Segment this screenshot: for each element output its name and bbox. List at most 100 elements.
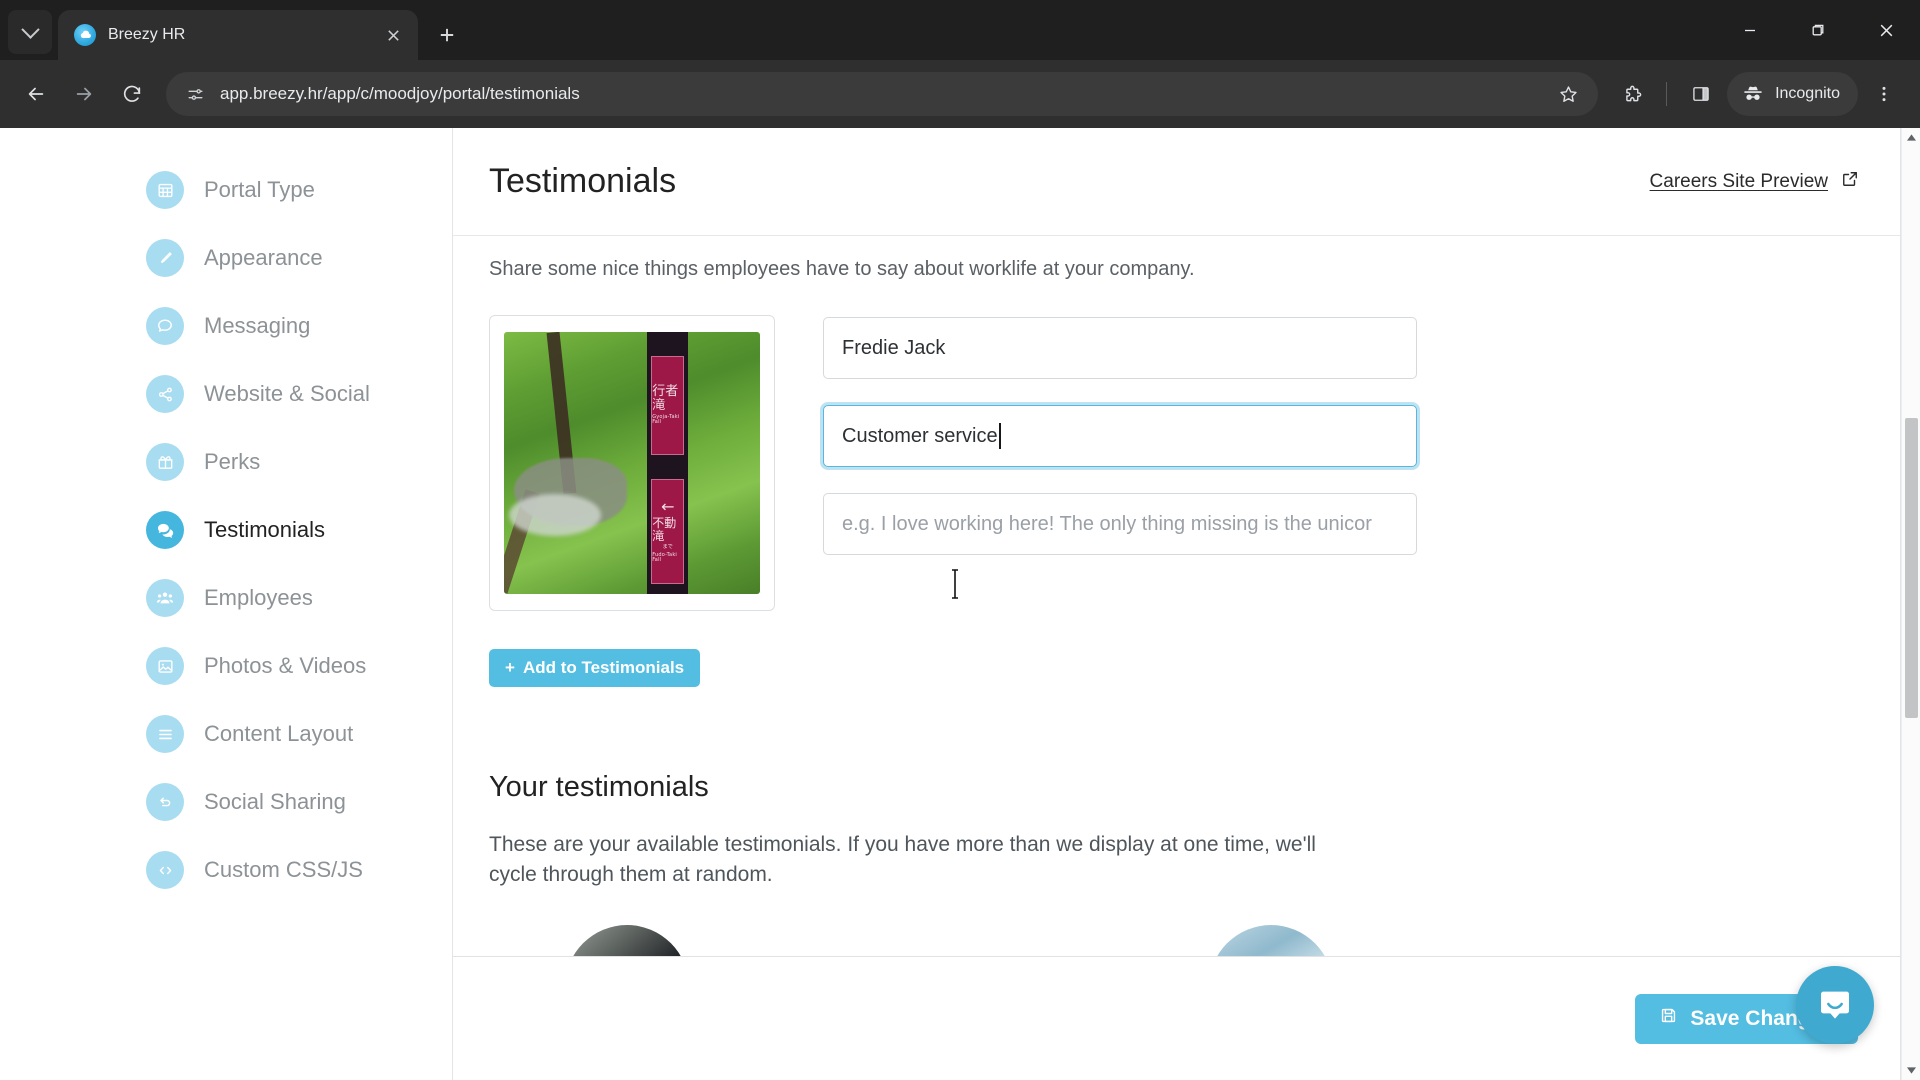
sidebar-item-website-social[interactable]: Website & Social: [0, 360, 452, 428]
sidebar-item-label: Custom CSS/JS: [204, 857, 363, 882]
back-button[interactable]: [14, 72, 58, 116]
quote-input[interactable]: e.g. I love working here! The only thing…: [823, 493, 1417, 555]
forest-signpost-photo: 行者滝 Gyoja-Taki Fall ← 不動滝 まで Fudo-Taki F…: [504, 332, 760, 594]
content-footer: Save Changes: [453, 956, 1900, 1080]
omnibox-actions: [1546, 72, 1590, 116]
incognito-label: Incognito: [1775, 85, 1840, 102]
sidebar-item-portal-type[interactable]: Portal Type: [0, 156, 452, 224]
new-tab-button[interactable]: [428, 16, 466, 54]
lead-text: Share some nice things employees have to…: [489, 258, 1195, 280]
browser-window: Breezy HR app.breezy.hr/app/c/moodjoy/po…: [0, 0, 1920, 1080]
chat-bubble-icon: [146, 307, 184, 345]
add-to-testimonials-button[interactable]: + Add to Testimonials: [489, 649, 701, 687]
browser-toolbar: app.breezy.hr/app/c/moodjoy/portal/testi…: [0, 60, 1920, 128]
plus-icon: +: [505, 658, 515, 677]
code-icon: [146, 851, 184, 889]
sidebar-item-employees[interactable]: Employees: [0, 564, 452, 632]
sidebar-item-label: Appearance: [204, 245, 323, 270]
lines-icon: [146, 715, 184, 753]
careers-site-preview-label: Careers Site Preview: [1649, 170, 1828, 192]
your-testimonials-heading: Your testimonials: [489, 771, 709, 803]
name-input-value: Fredie Jack: [842, 336, 946, 359]
tab-close-button[interactable]: [378, 20, 408, 50]
browser-tab[interactable]: Breezy HR: [58, 10, 418, 60]
incognito-badge[interactable]: Incognito: [1727, 72, 1858, 116]
photo-sign-bottom: ← 不動滝 まで Fudo-Taki Fall: [651, 478, 685, 584]
your-testimonials-description: These are your available testimonials. I…: [489, 833, 1316, 887]
photo-sign-top-text: 行者滝: [652, 383, 679, 413]
new-testimonial-form: 行者滝 Gyoja-Taki Fall ← 不動滝 まで Fudo-Taki F…: [489, 315, 1864, 611]
scroll-up-arrow[interactable]: [1902, 128, 1920, 147]
sidebar-item-content-layout[interactable]: Content Layout: [0, 700, 452, 768]
extensions-icon[interactable]: [1610, 72, 1654, 116]
share-icon: [146, 375, 184, 413]
sidebar-item-photos-videos[interactable]: Photos & Videos: [0, 632, 452, 700]
minimize-button[interactable]: [1716, 0, 1784, 60]
name-input[interactable]: Fredie Jack: [823, 317, 1417, 379]
grid-icon: [146, 171, 184, 209]
people-icon: [146, 579, 184, 617]
portal-settings-sidebar: Portal Type Appearance Messaging Website…: [0, 128, 452, 1080]
reload-button[interactable]: [110, 72, 154, 116]
image-icon: [146, 647, 184, 685]
tab-search-button[interactable]: [8, 10, 52, 54]
close-window-button[interactable]: [1852, 0, 1920, 60]
add-to-testimonials-label: Add to Testimonials: [522, 658, 685, 677]
maximize-button[interactable]: [1784, 0, 1852, 60]
content-body: Share some nice things employees have to…: [453, 236, 1900, 1049]
photo-sign-top: 行者滝 Gyoja-Taki Fall: [651, 355, 685, 456]
sidebar-item-perks[interactable]: Perks: [0, 428, 452, 496]
chevron-down-icon: [20, 19, 40, 39]
sidebar-item-social-sharing[interactable]: Social Sharing: [0, 768, 452, 836]
sidebar-item-messaging[interactable]: Messaging: [0, 292, 452, 360]
quote-input-placeholder: e.g. I love working here! The only thing…: [842, 512, 1372, 535]
forward-button[interactable]: [62, 72, 106, 116]
content-scroll-region: Testimonials Careers Site Preview Share …: [453, 128, 1900, 1080]
window-controls: [1716, 0, 1920, 60]
side-panel-icon[interactable]: [1679, 72, 1723, 116]
intercom-chat-icon: [1821, 991, 1849, 1019]
vertical-scrollbar[interactable]: [1901, 128, 1920, 1080]
page-title: Testimonials: [489, 162, 677, 200]
breezy-cloud-icon: [74, 24, 96, 46]
external-link-icon: [1840, 169, 1860, 195]
scroll-down-arrow[interactable]: [1902, 1061, 1920, 1080]
scrollbar-thumb[interactable]: [1905, 418, 1918, 718]
photo-sign-bottom-sub: Fudo-Taki Fall: [652, 551, 678, 564]
settings-content-panel: Testimonials Careers Site Preview Share …: [452, 128, 1901, 1080]
intercom-chat-button[interactable]: [1796, 966, 1874, 1044]
content-header: Testimonials Careers Site Preview: [453, 128, 1900, 236]
star-icon[interactable]: [1546, 72, 1590, 116]
incognito-icon: [1744, 86, 1762, 100]
testimonial-photo: 行者滝 Gyoja-Taki Fall ← 不動滝 まで Fudo-Taki F…: [504, 332, 760, 594]
sidebar-item-label: Content Layout: [204, 721, 354, 746]
title-input[interactable]: Customer service: [823, 405, 1417, 467]
tab-strip: Breezy HR: [0, 0, 1920, 60]
sidebar-item-label: Portal Type: [204, 177, 315, 202]
url-text: app.breezy.hr/app/c/moodjoy/portal/testi…: [220, 84, 580, 103]
sidebar-item-custom-css-js[interactable]: Custom CSS/JS: [0, 836, 452, 904]
brush-icon: [146, 239, 184, 277]
sidebar-item-testimonials[interactable]: Testimonials: [0, 496, 452, 564]
testimonial-photo-upload[interactable]: 行者滝 Gyoja-Taki Fall ← 不動滝 まで Fudo-Taki F…: [489, 315, 775, 611]
tab-title: Breezy HR: [108, 26, 186, 43]
chats-icon: [146, 511, 184, 549]
sidebar-item-label: Social Sharing: [204, 789, 346, 814]
toolbar-divider: [1666, 82, 1668, 106]
address-bar[interactable]: app.breezy.hr/app/c/moodjoy/portal/testi…: [166, 72, 1599, 116]
sidebar-item-appearance[interactable]: Appearance: [0, 224, 452, 292]
testimonial-fields: Fredie Jack Customer service e.g. I love…: [823, 315, 1417, 555]
sidebar-item-label: Perks: [204, 449, 261, 474]
three-dot-menu-icon[interactable]: [1862, 72, 1906, 116]
careers-site-preview-link[interactable]: Careers Site Preview: [1650, 169, 1860, 195]
site-settings-icon[interactable]: [180, 79, 210, 109]
sidebar-item-label: Photos & Videos: [204, 653, 367, 678]
photo-sign-top-sub: Gyoja-Taki Fall: [652, 413, 680, 426]
sidebar-item-label: Messaging: [204, 313, 311, 338]
title-input-value: Customer service: [842, 424, 998, 447]
reshare-icon: [146, 783, 184, 821]
photo-sign-bottom-text: 不動滝: [652, 515, 677, 544]
breezy-portal-page: Portal Type Appearance Messaging Website…: [0, 128, 1901, 1080]
left-arrow-icon: ←: [661, 497, 675, 517]
sidebar-item-label: Employees: [204, 585, 313, 610]
